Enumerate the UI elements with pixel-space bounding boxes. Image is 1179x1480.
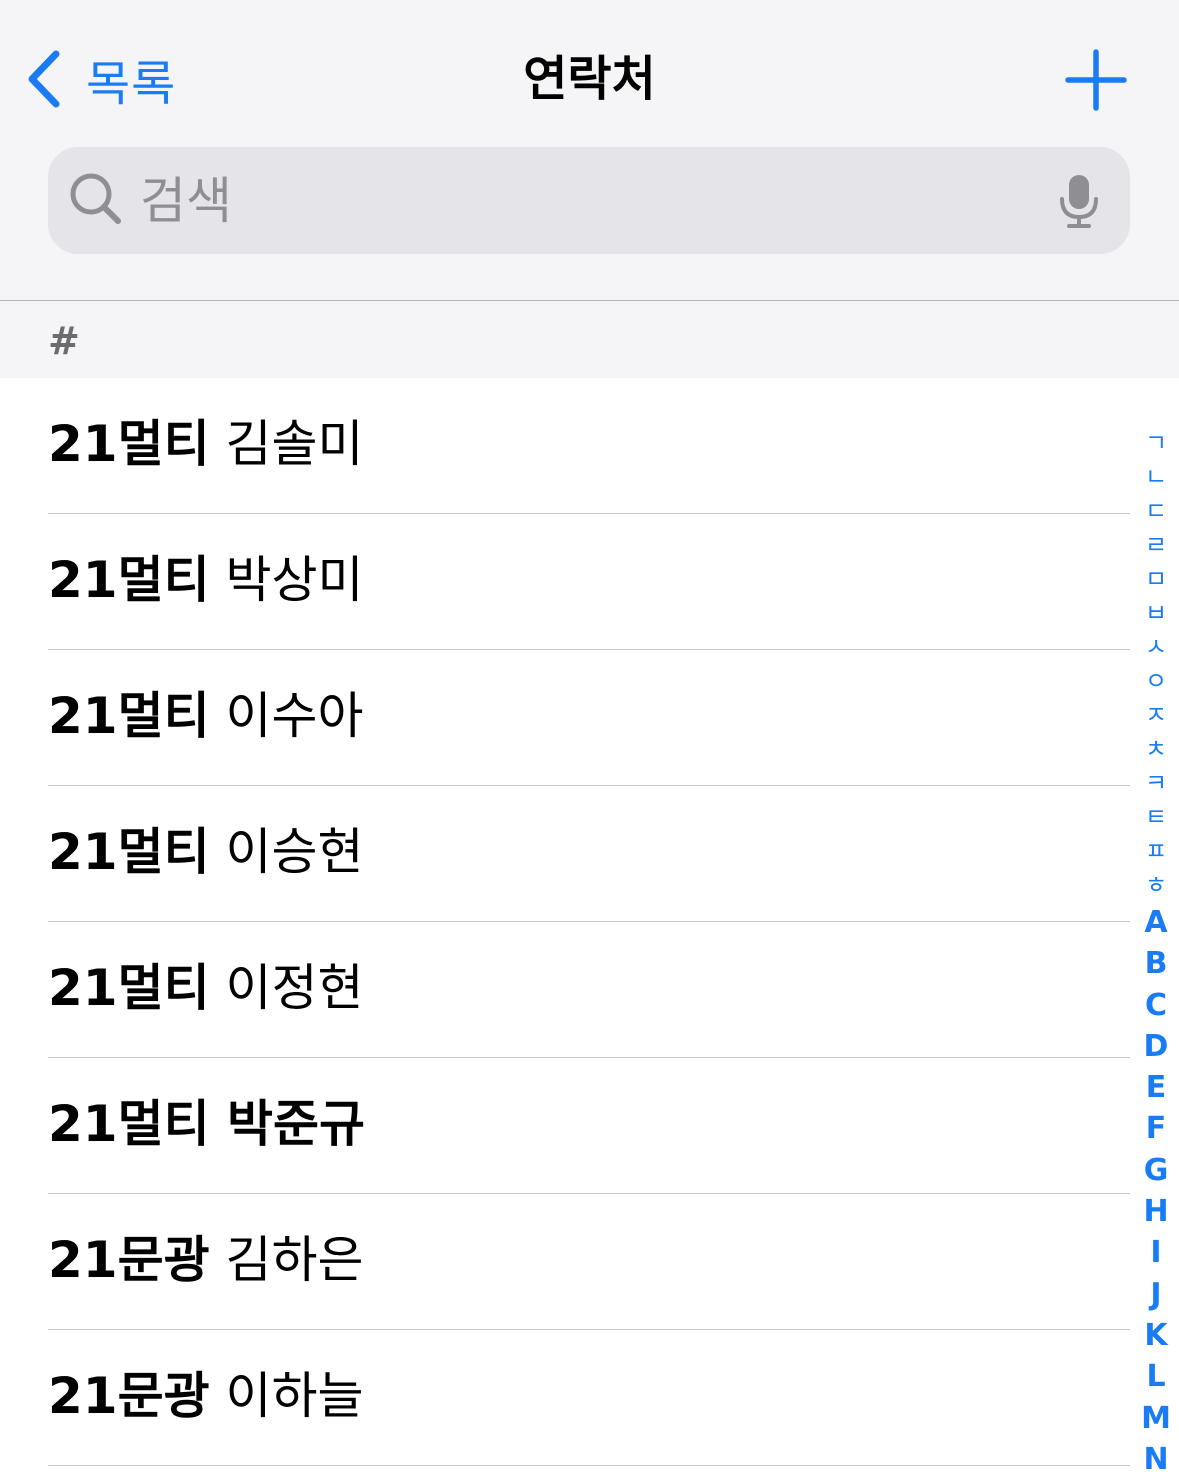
contact-group-prefix: 21멀티 <box>48 551 210 609</box>
contact-given-name: 김하은 <box>225 1231 364 1289</box>
contact-row[interactable]: 21멀티 이정현 <box>0 922 1179 1058</box>
contact-name: 21멀티 김솔미 <box>48 378 364 510</box>
contact-group-prefix: 21멀티 <box>48 687 210 745</box>
section-index-bar[interactable]: ㄱ ㄴ ㄷ ㄹ ㅁ ㅂ ㅅ ㅇ ㅈ ㅊ ㅋ ㅌ ㅍ ㅎ A B C D E F … <box>1136 426 1176 1480</box>
contact-given-name: 박상미 <box>225 551 364 609</box>
section-header-label: # <box>48 319 80 363</box>
index-letter[interactable]: L <box>1136 1356 1176 1397</box>
add-contact-button[interactable] <box>1064 48 1128 112</box>
search-icon <box>70 173 121 224</box>
index-letter[interactable]: ㅌ <box>1136 800 1176 834</box>
index-letter[interactable]: ㅇ <box>1136 664 1176 698</box>
contact-row[interactable]: 21멀티 김솔미 <box>0 378 1179 514</box>
index-letter[interactable]: ㅊ <box>1136 732 1176 766</box>
microphone-icon[interactable] <box>1058 173 1100 229</box>
contact-name: 21문광 이하늘 <box>48 1330 364 1462</box>
index-letter[interactable]: ㄹ <box>1136 528 1176 562</box>
contact-name: 21멀티 박상미 <box>48 514 364 646</box>
contact-name: 21멀티 박준규 <box>48 1058 365 1190</box>
index-letter[interactable]: ㅈ <box>1136 698 1176 732</box>
index-letter[interactable]: C <box>1136 985 1176 1026</box>
contact-given-name: 이정현 <box>225 959 364 1017</box>
contact-name: 21멀티 이수아 <box>48 650 364 782</box>
index-letter[interactable]: ㅂ <box>1136 596 1176 630</box>
contact-row[interactable]: 21멀티 박상미 <box>0 514 1179 650</box>
contact-given-name: 이수아 <box>225 687 364 745</box>
index-letter[interactable]: M <box>1136 1398 1176 1439</box>
index-letter[interactable]: F <box>1136 1108 1176 1149</box>
contact-row[interactable]: 21멀티 이수아 <box>0 650 1179 786</box>
contact-row[interactable]: 21멀티 박준규 <box>0 1058 1179 1194</box>
index-letter[interactable]: N <box>1136 1439 1176 1480</box>
contact-name: 21문광 김하은 <box>48 1194 364 1326</box>
contact-group-prefix: 21멀티 <box>48 1095 210 1153</box>
index-letter[interactable]: J <box>1136 1274 1176 1315</box>
contact-given-name: 박준규 <box>227 1095 366 1153</box>
contact-given-name: 이하늘 <box>225 1367 364 1425</box>
navigation-header: 목록 연락처 <box>0 0 1179 300</box>
contact-group-prefix: 21문광 <box>48 1231 210 1289</box>
contact-name: 21멀티 이승현 <box>48 786 364 918</box>
index-letter[interactable]: ㅍ <box>1136 834 1176 868</box>
contact-list: 21멀티 김솔미 21멀티 박상미 21멀티 이수아 21멀티 이승현 21멀티… <box>0 378 1179 1466</box>
search-input[interactable] <box>140 147 1040 254</box>
index-letter[interactable]: ㅅ <box>1136 630 1176 664</box>
page-title: 연락처 <box>523 51 656 107</box>
index-letter[interactable]: G <box>1136 1150 1176 1191</box>
contact-name: 21멀티 이정현 <box>48 922 364 1054</box>
row-divider <box>48 1465 1130 1466</box>
contact-group-prefix: 21문광 <box>48 1367 210 1425</box>
index-letter[interactable]: B <box>1136 943 1176 984</box>
index-letter[interactable]: ㄱ <box>1136 426 1176 460</box>
index-letter[interactable]: ㄴ <box>1136 460 1176 494</box>
search-bar[interactable] <box>48 147 1130 254</box>
contact-group-prefix: 21멀티 <box>48 959 210 1017</box>
contact-group-prefix: 21멀티 <box>48 415 210 473</box>
index-letter[interactable]: E <box>1136 1067 1176 1108</box>
contact-given-name: 이승현 <box>225 823 364 881</box>
contact-row[interactable]: 21문광 김하은 <box>0 1194 1179 1330</box>
index-letter[interactable]: H <box>1136 1191 1176 1232</box>
index-letter[interactable]: D <box>1136 1026 1176 1067</box>
contact-row[interactable]: 21문광 이하늘 <box>0 1330 1179 1466</box>
index-letter[interactable]: ㅁ <box>1136 562 1176 596</box>
contact-group-prefix: 21멀티 <box>48 823 210 881</box>
contact-given-name: 김솔미 <box>225 415 364 473</box>
index-letter[interactable]: ㄷ <box>1136 494 1176 528</box>
index-letter[interactable]: A <box>1136 902 1176 943</box>
section-header: # <box>0 301 1179 378</box>
index-letter[interactable]: I <box>1136 1232 1176 1273</box>
plus-icon <box>1065 49 1127 111</box>
index-letter[interactable]: ㅋ <box>1136 766 1176 800</box>
index-letter[interactable]: ㅎ <box>1136 868 1176 902</box>
contact-row[interactable]: 21멀티 이승현 <box>0 786 1179 922</box>
index-letter[interactable]: K <box>1136 1315 1176 1356</box>
